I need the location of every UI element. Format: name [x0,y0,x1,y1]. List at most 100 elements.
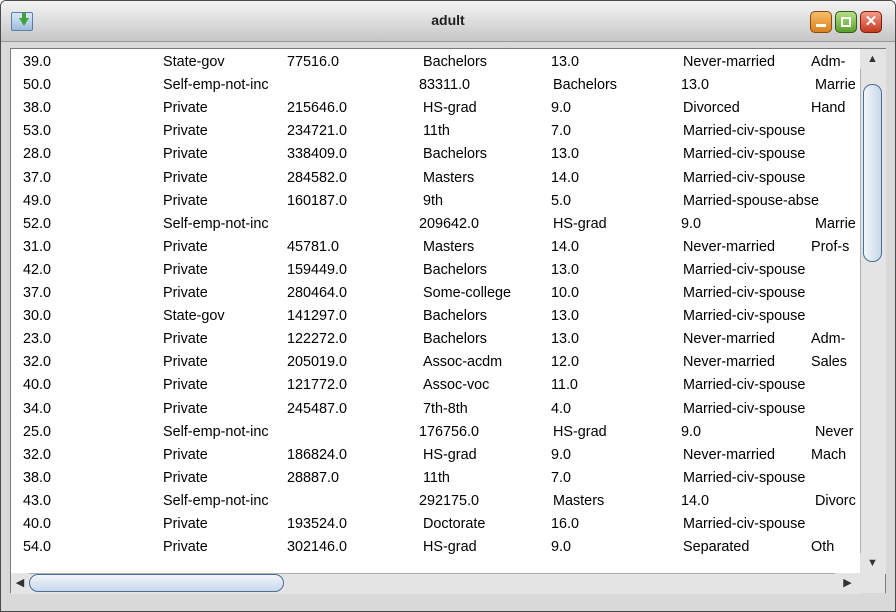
table-cell: 209642.0 [419,215,480,232]
table-cell: 186824.0 [287,446,348,463]
table-cell: 37.0 [23,169,52,186]
table-cell: 77516.0 [287,54,340,70]
table-cell: Private [163,123,208,140]
table-cell: 13.0 [551,146,580,163]
table-cell: Adm- [811,331,846,348]
scroll-right-button[interactable]: ▶ [835,573,860,593]
table-cell: HS-grad [553,423,607,440]
table-cell: Private [163,354,208,371]
table-cell: Self-emp-not-inc [163,77,269,94]
table-cell: 9th [423,192,444,209]
table-cell: Assoc-voc [423,377,490,394]
table-row: 53.0 Private 234721.0 11th 7.0 Married-civ-sp… [11,123,861,146]
table-cell: Bachelors [423,308,487,325]
scroll-up-button[interactable]: ▲ [860,49,885,69]
vertical-scroll-thumb[interactable] [863,84,882,262]
table-cell: Private [163,285,208,301]
table-cell: Private [163,146,208,163]
window-bottom-edge [1,595,895,611]
table-cell: 302146.0 [287,539,348,556]
table-cell: Oth [811,539,835,556]
table-cell: Married-civ-spouse [683,285,806,301]
table-cell: Self-emp-not-inc [163,423,269,440]
table-cell: 13.0 [551,261,580,278]
table-cell: 338409.0 [287,146,348,163]
table-cell: Divorc [815,492,856,509]
table-cell: Marrie [815,77,856,94]
table-cell: 11th [423,469,450,486]
table-row: 28.0 Private 338409.0 Bachelors 13.0 Married-… [11,146,861,169]
table-cell: 4.0 [551,400,572,417]
table-cell: 13.0 [551,54,580,70]
table-cell: Self-emp-not-inc [163,492,269,509]
table-cell: 38.0 [23,469,52,486]
maximize-button[interactable] [835,11,857,33]
close-icon: ✕ [864,13,878,30]
close-button[interactable]: ✕ [860,11,882,33]
table-cell: Never-married [683,331,775,348]
table-cell: 52.0 [23,215,52,232]
table-cell: Married-civ-spouse [683,169,806,186]
window-title: adult [431,12,465,28]
table-cell: Bachelors [423,261,487,278]
table-cell: Private [163,238,208,255]
table-cell: Private [163,169,208,186]
table-cell: 10.0 [551,285,580,301]
table-cell: Married-civ-spouse [683,261,806,278]
table-row: 40.0 Private 121772.0 Assoc-voc 11.0 Married-… [11,377,861,400]
table-cell: 53.0 [23,123,52,140]
table-cell: Bachelors [423,54,487,70]
table-cell: Doctorate [423,516,486,532]
table-cell: Never-married [683,354,775,371]
table-cell: 14.0 [681,492,710,509]
table-cell: 5.0 [551,192,572,209]
table-cell: 215646.0 [287,100,348,117]
table-cell: 13.0 [551,308,580,325]
table-cell: Private [163,516,208,532]
table-cell: 32.0 [23,446,52,463]
table-cell: Married-civ-spouse [683,146,806,163]
table-cell: Sales [811,354,847,371]
table-cell: 25.0 [23,423,52,440]
table-row: 30.0 State-gov 141297.0 Bachelors 13.0 Marrie… [11,308,861,331]
table-cell: 141297.0 [287,308,348,325]
table-cell: Married-civ-spouse [683,400,806,417]
table-cell: 12.0 [551,354,580,371]
table-cell: Never-married [683,446,775,463]
table-cell: 43.0 [23,492,52,509]
table-row: 52.0 Self-emp-not-inc 209642.0 HS-grad 9.0 Ma… [11,216,861,239]
arrow-right-icon: ▶ [843,577,852,589]
app-window: adult ✕ 39.0 State-gov 77516.0 Bachelors 13.… [0,0,896,612]
data-text-area[interactable]: 39.0 State-gov 77516.0 Bachelors 13.0 Never-m… [10,48,886,593]
table-cell: Mach [811,446,847,463]
table-row: 25.0 Self-emp-not-inc 176756.0 HS-grad 9.0 Ne… [11,424,861,447]
table-cell: Married-civ-spouse [683,516,806,532]
scroll-down-button[interactable]: ▼ [860,553,885,573]
table-cell: HS-grad [553,215,607,232]
table-cell: Private [163,100,208,117]
table-cell: 54.0 [23,539,52,556]
table-cell: Adm- [811,54,846,70]
table-cell: 50.0 [23,77,52,94]
table-cell: 28.0 [23,146,52,163]
table-cell: 122272.0 [287,331,348,348]
scroll-left-button[interactable]: ◀ [11,573,29,593]
table-cell: 45781.0 [287,238,340,255]
minimize-button[interactable] [810,11,832,33]
table-cell: 7th-8th [423,400,468,417]
table-row: 54.0 Private 302146.0 HS-grad 9.0 Separated Ot… [11,539,861,562]
table-cell: Private [163,446,208,463]
table-cell: 9.0 [681,215,702,232]
title-bar[interactable]: adult ✕ [1,1,895,42]
table-row: 32.0 Private 205019.0 Assoc-acdm 12.0 Never-m… [11,354,861,377]
table-row: 23.0 Private 122272.0 Bachelors 13.0 Never-ma… [11,331,861,354]
table-cell: Hand [811,100,846,117]
table-cell: Private [163,331,208,348]
table-cell: 7.0 [551,469,572,486]
horizontal-scroll-thumb[interactable] [29,574,284,592]
table-cell: HS-grad [423,539,477,556]
table-cell: Masters [423,238,475,255]
table-cell: Private [163,192,208,209]
table-row: 49.0 Private 160187.0 9th 5.0 Married-spouse-… [11,193,861,216]
table-cell: State-gov [163,308,225,325]
